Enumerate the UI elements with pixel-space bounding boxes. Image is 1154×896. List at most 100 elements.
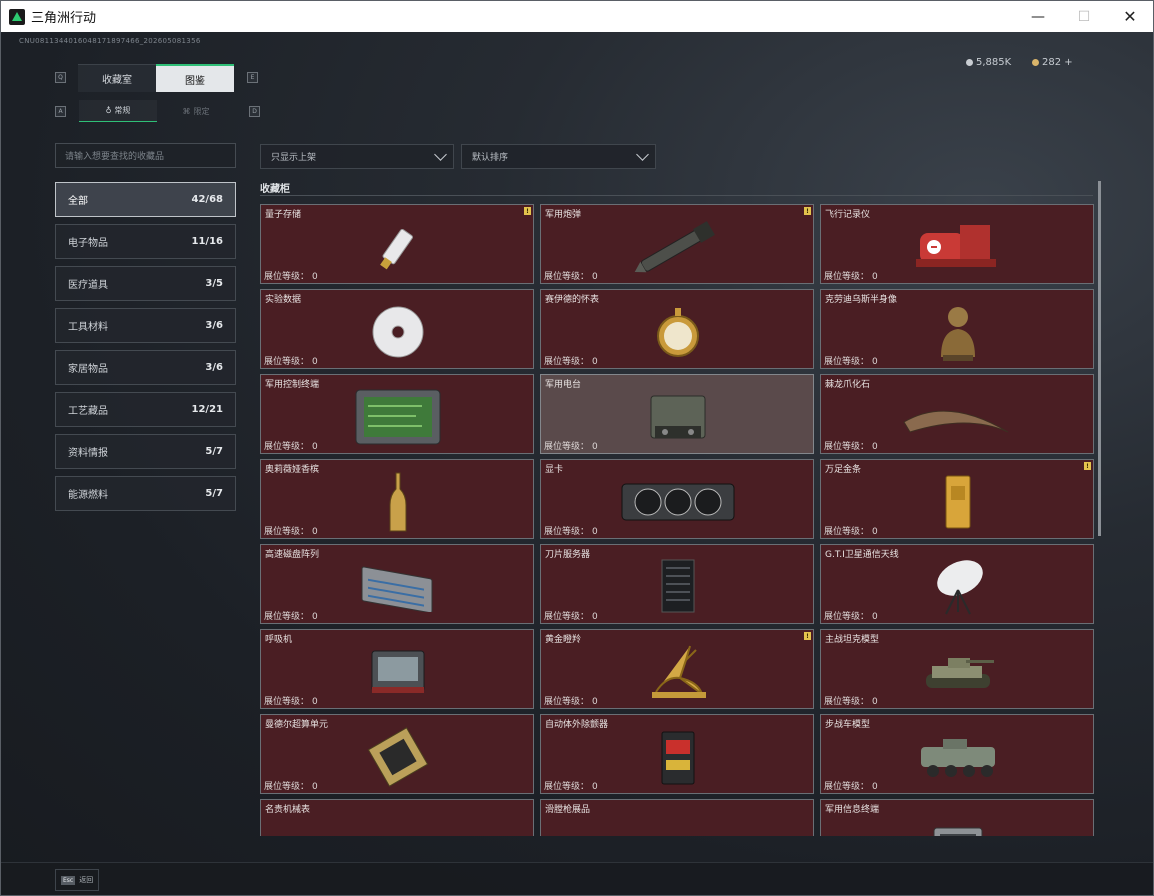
- category-item[interactable]: 家居物品 3/6: [55, 350, 236, 385]
- booth-level-label: 展位等级：: [824, 782, 870, 792]
- booth-level: 展位等级： 0: [544, 694, 598, 707]
- title-bar: 三角洲行动 — ☐ ✕: [1, 1, 1153, 32]
- booth-level-label: 展位等级：: [264, 272, 310, 282]
- item-name: 克劳迪乌斯半身像: [825, 295, 898, 305]
- category-item[interactable]: 资料情报 5/7: [55, 434, 236, 469]
- app-window: 三角洲行动 — ☐ ✕ CNU0811344016048171897466_20…: [0, 0, 1154, 896]
- collection-card[interactable]: 克劳迪乌斯半身像 展位等级： 0: [820, 289, 1094, 369]
- collection-card[interactable]: 曼德尔超算单元 展位等级： 0: [260, 714, 534, 794]
- collection-card[interactable]: 实验数据 展位等级： 0: [260, 289, 534, 369]
- booth-level-value: 0: [312, 272, 318, 282]
- collection-card[interactable]: 显卡 展位等级： 0: [540, 459, 814, 539]
- booth-level-value: 0: [872, 697, 878, 707]
- category-label: 能源燃料: [68, 490, 108, 501]
- collection-card[interactable]: 名贵机械表展位等级：0: [260, 799, 534, 836]
- booth-level: 展位等级： 0: [824, 354, 878, 367]
- booth-level-label: 展位等级：: [824, 442, 870, 452]
- silver-amount: 5,885K: [976, 57, 1012, 68]
- booth-level-label: 展位等级：: [824, 612, 870, 622]
- tank-model-icon: [898, 638, 1018, 706]
- booth-level-label: 展位等级：: [544, 697, 590, 707]
- game-viewport: CNU0811344016048171897466_202605081356 5…: [1, 32, 1153, 895]
- collection-card[interactable]: 军用控制终端 展位等级： 0: [260, 374, 534, 454]
- category-item[interactable]: 电子物品 11/16: [55, 224, 236, 259]
- collection-card[interactable]: 自动体外除颤器 展位等级： 0: [540, 714, 814, 794]
- booth-level: 展位等级： 0: [544, 439, 598, 452]
- session-id: CNU0811344016048171897466_202605081356: [19, 37, 201, 45]
- collection-card[interactable]: 万足金条 展位等级： 0!: [820, 459, 1094, 539]
- collection-card[interactable]: 奥莉薇娅香槟 展位等级： 0: [260, 459, 534, 539]
- gold-currency[interactable]: 282 +: [1032, 57, 1073, 68]
- booth-level-value: 0: [312, 697, 318, 707]
- subtab-limited[interactable]: ⌘ 限定: [157, 100, 235, 122]
- collection-card[interactable]: 棘龙爪化石 展位等级： 0: [820, 374, 1094, 454]
- supercomputer-unit-icon: [338, 723, 458, 791]
- musket-icon: [618, 808, 738, 836]
- item-name: 赛伊德的怀表: [545, 295, 600, 305]
- flight-recorder-icon: [898, 213, 1018, 281]
- usb-drive-icon: [338, 213, 458, 281]
- category-label: 资料情报: [68, 448, 108, 459]
- item-name: 万足金条: [825, 465, 862, 475]
- category-count: 5/7: [205, 446, 223, 457]
- collection-card[interactable]: 呼吸机 展位等级： 0: [260, 629, 534, 709]
- minimize-button[interactable]: —: [1015, 1, 1061, 32]
- booth-level-value: 0: [872, 782, 878, 792]
- display-filter-dropdown[interactable]: 只显示上架: [260, 144, 454, 169]
- booth-level-value: 0: [592, 527, 598, 537]
- maximize-button[interactable]: ☐: [1061, 1, 1107, 32]
- collection-card[interactable]: 量子存储 展位等级： 0!: [260, 204, 534, 284]
- key-hint-d: D: [249, 106, 260, 117]
- key-hint-a: A: [55, 106, 66, 117]
- champagne-bottle-icon: [338, 468, 458, 536]
- collection-card[interactable]: 步战车模型 展位等级： 0: [820, 714, 1094, 794]
- item-name: 奥莉薇娅香槟: [265, 465, 320, 475]
- category-item[interactable]: 工艺藏品 12/21: [55, 392, 236, 427]
- booth-level-label: 展位等级：: [544, 442, 590, 452]
- collection-grid: 量子存储 展位等级： 0! 军用炮弹 展位等级： 0! 飞行记录仪 展位等级： 0 实验数据 展位等…: [259, 202, 1095, 836]
- back-button[interactable]: Esc 返回: [55, 869, 100, 891]
- tab-collection-room[interactable]: 收藏室: [78, 64, 156, 92]
- category-item[interactable]: 工具材料 3/6: [55, 308, 236, 343]
- category-item[interactable]: 能源燃料 5/7: [55, 476, 236, 511]
- scrollbar[interactable]: [1098, 181, 1101, 536]
- category-count: 3/6: [205, 362, 223, 373]
- booth-level: 展位等级： 0: [544, 524, 598, 537]
- collection-card[interactable]: 军用信息终端展位等级：0: [820, 799, 1094, 836]
- search-input[interactable]: 请输入想要查找的收藏品: [55, 143, 236, 168]
- collection-card[interactable]: 黄金瞪羚 展位等级： 0!: [540, 629, 814, 709]
- item-name: 军用信息终端: [825, 805, 880, 815]
- category-count: 3/6: [205, 320, 223, 331]
- collection-card[interactable]: 军用电台 展位等级： 0: [540, 374, 814, 454]
- category-item[interactable]: 全部 42/68: [55, 182, 236, 217]
- subtab-limited-label: 限定: [193, 106, 210, 116]
- sort-dropdown[interactable]: 默认排序: [461, 144, 656, 169]
- collection-card[interactable]: 主战坦克模型 展位等级： 0: [820, 629, 1094, 709]
- collection-card[interactable]: 飞行记录仪 展位等级： 0: [820, 204, 1094, 284]
- category-count: 3/5: [205, 278, 223, 289]
- collection-card[interactable]: 军用炮弹 展位等级： 0!: [540, 204, 814, 284]
- collection-card[interactable]: 高速磁盘阵列 展位等级： 0: [260, 544, 534, 624]
- category-label: 电子物品: [68, 238, 108, 249]
- booth-level-label: 展位等级：: [824, 357, 870, 367]
- collection-card[interactable]: 赛伊德的怀表 展位等级： 0: [540, 289, 814, 369]
- collection-card[interactable]: 滑膛枪展品展位等级：0: [540, 799, 814, 836]
- graphics-card-icon: [618, 468, 738, 536]
- booth-level-value: 0: [872, 612, 878, 622]
- booth-level: 展位等级： 0: [824, 694, 878, 707]
- booth-level-label: 展位等级：: [824, 527, 870, 537]
- booth-level-label: 展位等级：: [544, 527, 590, 537]
- booth-level: 展位等级： 0: [264, 354, 318, 367]
- booth-level-label: 展位等级：: [264, 612, 310, 622]
- tab-catalog[interactable]: 图鉴: [156, 64, 234, 92]
- gold-bar-icon: [898, 468, 1018, 536]
- section-title: 收藏柜: [260, 184, 290, 195]
- collection-card[interactable]: G.T.I卫星通信天线 展位等级： 0: [820, 544, 1094, 624]
- collection-card[interactable]: 刀片服务器 展位等级： 0: [540, 544, 814, 624]
- subtab-regular[interactable]: ♁ 常规: [79, 100, 157, 122]
- booth-level-value: 0: [872, 442, 878, 452]
- artillery-shell-icon: [618, 213, 738, 281]
- category-item[interactable]: 医疗道具 3/5: [55, 266, 236, 301]
- booth-level-value: 0: [872, 527, 878, 537]
- close-button[interactable]: ✕: [1107, 1, 1153, 32]
